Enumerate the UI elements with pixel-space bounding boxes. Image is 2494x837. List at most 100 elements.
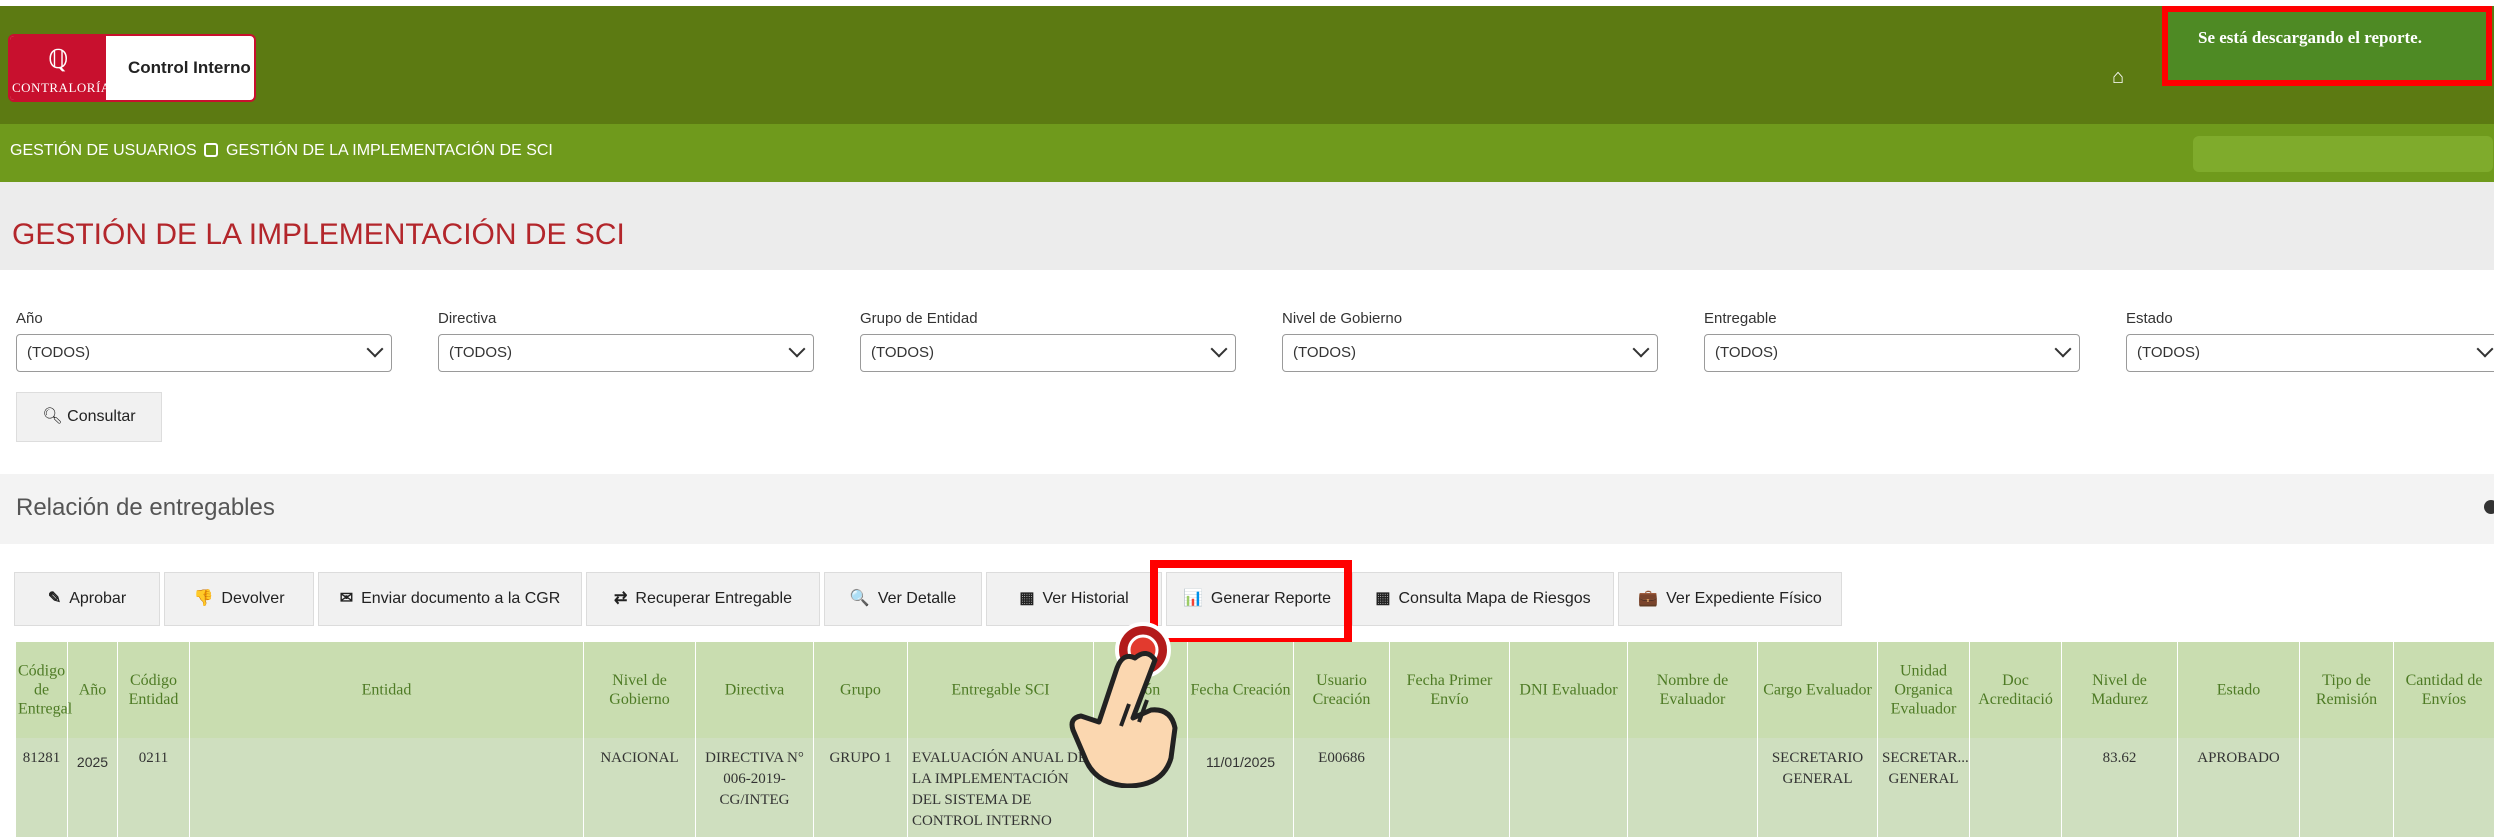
column-header[interactable]: Tipo de Remisión xyxy=(2300,642,2394,738)
button-label: Aprobar xyxy=(69,590,127,607)
contraloria-logo: ℚ CONTRALORÍA xyxy=(10,36,110,100)
table-cell: 2025 xyxy=(68,738,118,837)
table-cell xyxy=(2300,738,2394,837)
table-cell xyxy=(1390,738,1510,837)
search-icon: 🔍 xyxy=(849,590,870,607)
filter-label: Nivel de Gobierno xyxy=(1282,310,1403,327)
calendar-icon: ▦ xyxy=(1019,590,1035,607)
button-label: Consulta Mapa de Riesgos xyxy=(1398,590,1591,607)
ver-expediente-fisico-button[interactable]: 💼 Ver Expediente Físico xyxy=(1618,572,1842,626)
document-icon xyxy=(204,143,218,157)
collapse-icon[interactable] xyxy=(2484,500,2494,514)
filter-label: Directiva xyxy=(438,310,497,327)
chevron-down-icon xyxy=(1632,340,1650,358)
thumbs-down-icon: 👎 xyxy=(193,590,214,607)
column-header[interactable]: Directiva xyxy=(696,642,814,738)
column-header[interactable]: Fecha Creación xyxy=(1188,642,1294,738)
table-cell: SECRETARIO GENERAL xyxy=(1758,738,1878,837)
table-cell: GRUPO 1 xyxy=(814,738,908,837)
nivel-select[interactable]: (TODOS) xyxy=(1282,334,1658,372)
column-header[interactable]: Cargo Evaluador xyxy=(1758,642,1878,738)
consultar-button[interactable]: 🔍︎ Consultar xyxy=(16,392,162,442)
directiva-select[interactable]: (TODOS) xyxy=(438,334,814,372)
column-header[interactable]: Código Entidad xyxy=(118,642,190,738)
table-cell xyxy=(2394,738,2494,837)
nav-search-box[interactable] xyxy=(2193,136,2493,172)
nav-item-users-label: GESTIÓN DE USUARIOS xyxy=(10,142,197,159)
consultar-label: Consultar xyxy=(67,408,136,425)
page-title-bar: GESTIÓN DE LA IMPLEMENTACIÓN DE SCI xyxy=(0,182,2494,270)
column-header[interactable]: Fecha Primer Envío xyxy=(1390,642,1510,738)
chevron-down-icon xyxy=(788,340,806,358)
briefcase-icon: 💼 xyxy=(1638,590,1659,607)
app-title: Control Interno xyxy=(128,58,251,77)
filter-anio: Año (TODOS) xyxy=(16,310,396,372)
search-icon: 🔍︎ xyxy=(42,408,63,425)
crest-icon: ℚ xyxy=(48,44,69,74)
logo-name: CONTRALORÍA xyxy=(12,80,111,95)
filter-label: Grupo de Entidad xyxy=(860,310,978,327)
table-cell: 11/01/2025 xyxy=(1188,738,1294,837)
table-cell xyxy=(1510,738,1628,837)
column-header[interactable]: Año xyxy=(68,642,118,738)
table-cell: 81281 xyxy=(16,738,68,837)
pointing-hand-icon xyxy=(1069,622,1178,788)
column-header[interactable]: Grupo xyxy=(814,642,908,738)
section-header: Relación de entregables xyxy=(0,474,2494,544)
anio-select[interactable]: (TODOS) xyxy=(16,334,392,372)
ver-detalle-button[interactable]: 🔍 Ver Detalle xyxy=(824,572,982,626)
estado-select[interactable]: (TODOS) xyxy=(2126,334,2494,372)
column-header[interactable]: Usuario Creación xyxy=(1294,642,1390,738)
toast-message: Se está descargando el reporte. xyxy=(2198,28,2422,47)
chevron-down-icon xyxy=(1210,340,1228,358)
nav-item-users[interactable]: GESTIÓN DE USUARIOS xyxy=(10,142,197,160)
app-logo[interactable]: ℚ CONTRALORÍA Control Interno xyxy=(8,34,256,102)
edit-icon: ✎ xyxy=(47,590,62,607)
column-header[interactable]: Entidad xyxy=(190,642,584,738)
nav-item-sci-label: GESTIÓN DE LA IMPLEMENTACIÓN DE SCI xyxy=(226,142,553,159)
envelope-icon: ✉ xyxy=(339,590,354,607)
main-navbar: GESTIÓN DE USUARIOS GESTIÓN DE LA IMPLEM… xyxy=(0,124,2494,182)
enviar-documento-button[interactable]: ✉ Enviar documento a la CGR xyxy=(318,572,582,626)
grupo-select[interactable]: (TODOS) xyxy=(860,334,1236,372)
grid-icon: ▦ xyxy=(1375,590,1391,607)
column-header[interactable]: Nombre de Evaluador xyxy=(1628,642,1758,738)
select-value: (TODOS) xyxy=(1293,344,1357,361)
recuperar-entregable-button[interactable]: ⇄ Recuperar Entregable xyxy=(586,572,820,626)
entregable-select[interactable]: (TODOS) xyxy=(1704,334,2080,372)
download-toast: Se está descargando el reporte. xyxy=(2162,6,2492,86)
home-icon[interactable]: ⌂ xyxy=(2107,66,2129,88)
section-title: Relación de entregables xyxy=(16,494,275,521)
aprobar-button[interactable]: ✎ Aprobar xyxy=(14,572,160,626)
column-header[interactable]: Estado xyxy=(2178,642,2300,738)
filter-grupo: Grupo de Entidad (TODOS) xyxy=(860,310,1240,372)
select-value: (TODOS) xyxy=(27,344,91,361)
column-header[interactable]: Nivel de Madurez xyxy=(2062,642,2178,738)
filter-label: Año xyxy=(16,310,43,327)
table-cell: SECRETAR... GENERAL xyxy=(1878,738,1970,837)
column-header[interactable]: Unidad Organica Evaluador xyxy=(1878,642,1970,738)
table-cell: E00686 xyxy=(1294,738,1390,837)
consulta-mapa-riesgos-button[interactable]: ▦ Consulta Mapa de Riesgos xyxy=(1352,572,1614,626)
table-cell: NACIONAL xyxy=(584,738,696,837)
button-label: Ver Expediente Físico xyxy=(1666,590,1822,607)
chevron-down-icon xyxy=(366,340,384,358)
column-header[interactable]: Cantidad de Envíos xyxy=(2394,642,2494,738)
table-cell xyxy=(1970,738,2062,837)
filter-nivel: Nivel de Gobierno (TODOS) xyxy=(1282,310,1662,372)
table-cell xyxy=(1628,738,1758,837)
nav-item-sci[interactable]: GESTIÓN DE LA IMPLEMENTACIÓN DE SCI xyxy=(204,142,553,160)
chevron-down-icon xyxy=(2054,340,2072,358)
devolver-button[interactable]: 👎 Devolver xyxy=(164,572,314,626)
table-cell: 83.62 xyxy=(2062,738,2178,837)
column-header[interactable]: DNI Evaluador xyxy=(1510,642,1628,738)
select-value: (TODOS) xyxy=(449,344,513,361)
table-cell: APROBADO xyxy=(2178,738,2300,837)
table-row[interactable]: 81281 2025 0211 NACIONAL DIRECTIVA N° 00… xyxy=(16,738,2494,837)
column-header[interactable]: Doc Acreditació xyxy=(1970,642,2062,738)
retweet-icon: ⇄ xyxy=(614,590,628,607)
column-header[interactable]: Código de Entregal xyxy=(16,642,72,738)
column-header[interactable]: Nivel de Gobierno xyxy=(584,642,696,738)
button-label: Devolver xyxy=(221,590,285,607)
filter-label: Estado xyxy=(2126,310,2173,327)
